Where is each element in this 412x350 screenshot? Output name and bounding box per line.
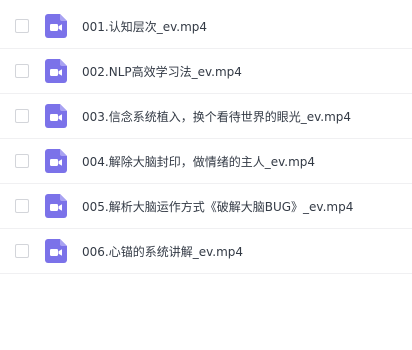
video-file-icon xyxy=(45,104,67,128)
row-checkbox[interactable] xyxy=(15,109,29,123)
file-name[interactable]: 004.解除大脑封印，做情绪的主人_ev.mp4 xyxy=(82,155,315,169)
video-file-icon xyxy=(45,194,67,218)
file-row[interactable]: 002.NLP高效学习法_ev.mp4 xyxy=(0,49,412,94)
file-name[interactable]: 006.心锚的系统讲解_ev.mp4 xyxy=(82,245,243,259)
row-checkbox[interactable] xyxy=(15,244,29,258)
file-row[interactable]: 004.解除大脑封印，做情绪的主人_ev.mp4 xyxy=(0,139,412,184)
video-file-icon xyxy=(45,14,67,38)
file-row[interactable]: 001.认知层次_ev.mp4 xyxy=(0,0,412,49)
row-checkbox[interactable] xyxy=(15,199,29,213)
row-checkbox[interactable] xyxy=(15,154,29,168)
video-file-icon xyxy=(45,149,67,173)
file-row[interactable]: 003.信念系统植入，换个看待世界的眼光_ev.mp4 xyxy=(0,94,412,139)
file-name[interactable]: 001.认知层次_ev.mp4 xyxy=(82,20,207,34)
file-name[interactable]: 002.NLP高效学习法_ev.mp4 xyxy=(82,65,242,79)
file-name[interactable]: 005.解析大脑运作方式《破解大脑BUG》_ev.mp4 xyxy=(82,200,353,214)
file-name[interactable]: 003.信念系统植入，换个看待世界的眼光_ev.mp4 xyxy=(82,110,351,124)
file-row[interactable]: 006.心锚的系统讲解_ev.mp4 xyxy=(0,229,412,274)
row-checkbox[interactable] xyxy=(15,19,29,33)
video-file-icon xyxy=(45,59,67,83)
row-checkbox[interactable] xyxy=(15,64,29,78)
file-row[interactable]: 005.解析大脑运作方式《破解大脑BUG》_ev.mp4 xyxy=(0,184,412,229)
file-list: 001.认知层次_ev.mp4 002.NLP高效学习法_ev.mp4 003.… xyxy=(0,0,412,274)
video-file-icon xyxy=(45,239,67,263)
